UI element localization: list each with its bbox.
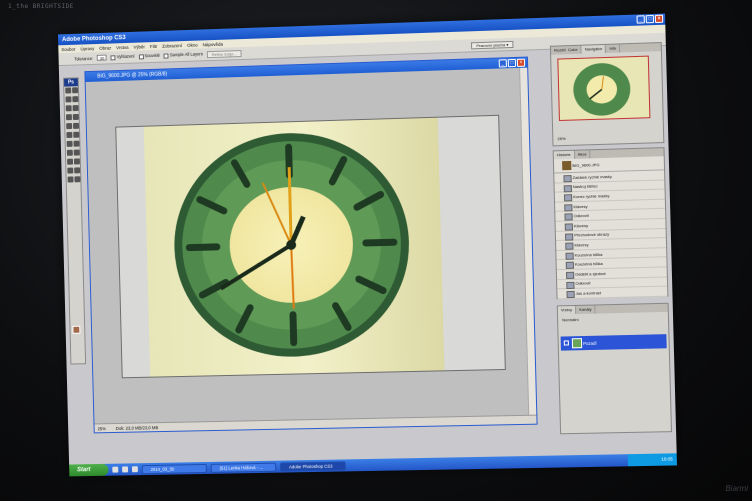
eraser-tool-icon[interactable]: [66, 131, 73, 139]
monitor-bezel: 1_the BRIGHTSIDE Biarmi Adobe Photoshop …: [0, 0, 752, 501]
taskbar: Start 2014_03_30 (51) Lenka Hášová - ...…: [69, 453, 677, 477]
menu-file[interactable]: Soubor: [61, 46, 75, 51]
menu-select[interactable]: Výběr: [133, 44, 145, 49]
taskbar-item-folder[interactable]: 2014_03_30: [141, 463, 207, 474]
layer-name: Pozadí: [583, 340, 597, 346]
watermark: Biarmi: [725, 484, 748, 493]
close-button[interactable]: ×: [654, 14, 664, 24]
shape-tool-icon[interactable]: [73, 158, 80, 165]
notes-tool-icon[interactable]: [67, 167, 74, 174]
tab-color[interactable]: Rozšíř. Color: [550, 45, 582, 55]
magic-wand-tool-icon[interactable]: [72, 96, 79, 103]
clock-readout[interactable]: 10:05: [661, 456, 673, 461]
contiguous-checkbox[interactable]: Souvislé: [138, 53, 160, 60]
gradient-tool-icon[interactable]: [73, 131, 80, 138]
quicklaunch-media-icon[interactable]: [131, 466, 138, 473]
tolerance-label: Tolerance:: [74, 55, 94, 62]
navigator-panel: Rozšíř. Color Navigátor Info 25%: [549, 42, 665, 147]
document-window: BIG_9600.JPG @ 25% (RGB/8) _ □ × 25% Dok…: [84, 56, 538, 434]
lasso-tool-icon[interactable]: [65, 96, 72, 103]
stamp-tool-icon[interactable]: [66, 123, 73, 130]
quicklaunch-desktop-icon[interactable]: [122, 466, 129, 473]
quicklaunch-ie-icon[interactable]: [112, 466, 119, 473]
layer-thumbnail: [571, 338, 583, 349]
tab-channels[interactable]: Kanály: [575, 305, 596, 315]
document-title: BIG_9600.JPG @ 25% (RGB/8): [97, 71, 168, 80]
menu-edit[interactable]: Úpravy: [80, 46, 94, 51]
menu-view[interactable]: Zobrazení: [162, 43, 182, 49]
clock-photo: [143, 117, 445, 377]
slice-tool-icon[interactable]: [72, 105, 79, 112]
system-tray: 10:05: [627, 453, 677, 467]
taskbar-item-browser[interactable]: (51) Lenka Hášová - ...: [210, 462, 277, 473]
zoom-field[interactable]: 25%: [97, 426, 106, 431]
clock-image: [171, 129, 412, 360]
tolerance-input[interactable]: 30: [97, 54, 107, 61]
doc-minimize-button[interactable]: _: [498, 59, 507, 68]
menu-window[interactable]: Okno: [187, 42, 198, 47]
ps-logo: Ps: [64, 78, 78, 87]
layers-panel: Vrstvy Kanály Normální Pozadí: [556, 302, 673, 435]
doc-maximize-button[interactable]: □: [507, 58, 517, 68]
type-tool-icon[interactable]: [73, 149, 80, 156]
eyedropper-tool-icon[interactable]: [74, 167, 81, 174]
foreground-color-swatch[interactable]: [72, 325, 81, 334]
bezel-label: 1_the BRIGHTSIDE: [8, 3, 74, 10]
menu-help[interactable]: Nápověda: [203, 41, 223, 47]
start-button[interactable]: Start: [69, 463, 109, 477]
layer-row-background[interactable]: Pozadí: [560, 334, 667, 351]
path-select-icon[interactable]: [67, 158, 74, 165]
antialias-checkbox[interactable]: Vyhlazení: [110, 54, 135, 61]
zoom-tool-icon[interactable]: [74, 176, 81, 183]
hand-tool-icon[interactable]: [67, 176, 74, 183]
pen-tool-icon[interactable]: [66, 149, 73, 156]
navigator-thumbnail[interactable]: [557, 55, 651, 121]
refine-edge-button[interactable]: Refine Edge...: [206, 49, 242, 58]
menu-layer[interactable]: Vrstva: [116, 44, 128, 49]
canvas-area[interactable]: [85, 67, 530, 424]
eye-icon[interactable]: [563, 340, 569, 346]
tab-layers[interactable]: Vrstvy: [557, 305, 577, 315]
tab-navigator[interactable]: Navigátor: [581, 44, 607, 54]
workspace-button[interactable]: Pracovní plocha ▾: [471, 40, 514, 50]
history-item[interactable]: Jas a kontrast: [557, 286, 668, 300]
image-canvas[interactable]: [115, 114, 506, 379]
menu-filter[interactable]: Filtr: [150, 43, 158, 48]
history-panel: Historie Akce BIG_9600.JPG Začátek rychl…: [552, 147, 669, 300]
blur-tool-icon[interactable]: [66, 140, 73, 147]
brush-tool-icon[interactable]: [72, 113, 79, 121]
sample-all-checkbox[interactable]: Sample All Layers: [163, 52, 203, 59]
tools-panel: Ps: [63, 77, 87, 365]
screen: Adobe Photoshop CS3 _ □ × Soubor Úpravy …: [57, 13, 677, 477]
minimize-button[interactable]: _: [636, 15, 645, 24]
crop-tool-icon[interactable]: [65, 105, 72, 112]
history-brush-icon[interactable]: [72, 122, 80, 129]
dodge-tool-icon[interactable]: [73, 140, 80, 147]
doc-close-button[interactable]: ×: [516, 58, 526, 67]
taskbar-item-photoshop[interactable]: Adobe Photoshop CS3: [279, 460, 346, 472]
navigator-zoom[interactable]: 25%: [557, 136, 565, 141]
move-tool-icon[interactable]: [65, 87, 72, 94]
doc-size-info: Dok: 23,0 MB/23,0 MB: [115, 424, 159, 431]
healing-tool-icon[interactable]: [65, 114, 72, 121]
maximize-button[interactable]: □: [645, 14, 655, 24]
marquee-tool-icon[interactable]: [72, 87, 79, 94]
app-title: Adobe Photoshop CS3: [61, 34, 126, 43]
tab-info[interactable]: Info: [606, 44, 621, 53]
menu-image[interactable]: Obraz: [99, 45, 111, 50]
